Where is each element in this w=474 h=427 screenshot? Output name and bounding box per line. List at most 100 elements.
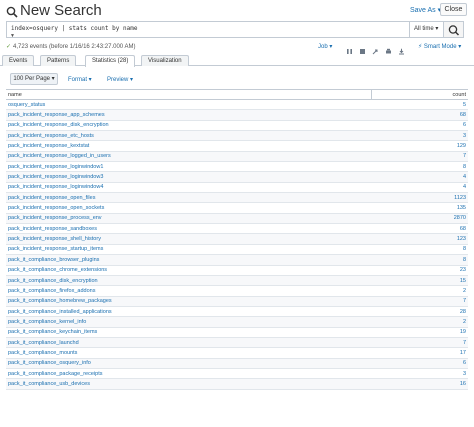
table-row: pack_incident_response_disk_encryption 6 (6, 120, 468, 132)
chevron-down-icon[interactable]: ▼ (10, 33, 15, 39)
stop-icon[interactable] (359, 42, 366, 54)
per-page-button[interactable]: 100 Per Page ▾ (10, 73, 58, 85)
row-count-cell[interactable]: 7 (371, 296, 468, 307)
row-name-cell[interactable]: pack_incident_response_open_sockets (6, 202, 371, 214)
job-status-text: 4,723 events (before 1/16/16 2:43:27.000… (13, 44, 136, 50)
row-count-cell[interactable]: 8 (371, 244, 468, 256)
table-row: pack_incident_response_logged_in_users 7 (6, 151, 468, 163)
job-menu[interactable]: Job ▾ (318, 43, 332, 50)
row-count-cell[interactable]: 8 (371, 254, 468, 266)
row-name-cell[interactable]: pack_incident_response_app_schemes (6, 109, 371, 121)
row-count-cell[interactable]: 2 (371, 285, 468, 297)
row-count-cell[interactable]: 68 (371, 223, 468, 235)
column-header-count[interactable]: count (370, 89, 468, 100)
column-header-name[interactable]: name (6, 89, 371, 100)
row-name-cell[interactable]: pack_it_compliance_package_receipts (6, 368, 371, 380)
row-name-cell[interactable]: pack_incident_response_process_env (6, 213, 371, 225)
search-query-text[interactable]: index=osquery | stats count by name (11, 25, 137, 32)
tab-statistics[interactable]: Statistics (28) (85, 55, 136, 67)
table-row: pack_incident_response_loginwindow4 4 (6, 182, 468, 194)
row-name-cell[interactable]: pack_incident_response_sandboxes (6, 223, 371, 235)
time-range-picker[interactable]: All time ▾ (410, 21, 444, 38)
results-tabs: Events Patterns Statistics (28) Visualiz… (0, 55, 474, 67)
row-count-cell[interactable]: 123 (371, 233, 468, 245)
table-row: pack_it_compliance_chrome_extensions 23 (6, 265, 468, 276)
row-name-cell[interactable]: pack_incident_response_disk_encryption (6, 120, 371, 132)
format-menu[interactable]: Format ▾ (68, 76, 92, 83)
table-row: pack_it_compliance_browser_plugins 8 (6, 254, 468, 266)
table-row: pack_it_compliance_osquery_info 6 (6, 358, 468, 369)
row-count-cell[interactable]: 5 (371, 99, 468, 111)
row-count-cell[interactable]: 3 (371, 368, 468, 380)
row-count-cell[interactable]: 1123 (371, 192, 468, 204)
row-name-cell[interactable]: pack_it_compliance_chrome_extensions (6, 265, 371, 276)
search-input[interactable]: index=osquery | stats count by name ▼ (6, 21, 410, 39)
row-name-cell[interactable]: pack_it_compliance_launchd (6, 337, 371, 349)
row-name-cell[interactable]: pack_incident_response_startup_items (6, 244, 371, 256)
row-name-cell[interactable]: pack_incident_response_open_files (6, 192, 371, 204)
row-name-cell[interactable]: pack_it_compliance_firefox_addons (6, 285, 371, 297)
checkmark-icon: ✓ (6, 44, 12, 50)
table-row: pack_incident_response_process_env 2870 (6, 213, 468, 225)
row-count-cell[interactable]: 6 (371, 120, 468, 132)
table-row: pack_incident_response_startup_items 8 (6, 244, 468, 256)
preview-menu[interactable]: Preview ▾ (107, 76, 133, 83)
table-row: pack_it_compliance_disk_encryption 15 (6, 275, 468, 287)
row-count-cell[interactable]: 16 (371, 378, 468, 390)
close-button[interactable]: Close (440, 3, 467, 16)
row-name-cell[interactable]: pack_it_compliance_browser_plugins (6, 254, 371, 266)
row-count-cell[interactable]: 28 (371, 306, 468, 318)
table-row: pack_incident_response_loginwindow1 8 (6, 161, 468, 173)
row-name-cell[interactable]: pack_it_compliance_homebrew_packages (6, 296, 371, 307)
row-name-cell[interactable]: pack_incident_response_etc_hosts (6, 130, 371, 142)
row-count-cell[interactable]: 8 (371, 161, 468, 173)
row-count-cell[interactable]: 23 (371, 265, 468, 276)
row-count-cell[interactable]: 135 (371, 202, 468, 214)
row-name-cell[interactable]: pack_incident_response_logged_in_users (6, 151, 371, 163)
row-name-cell[interactable]: pack_incident_response_loginwindow4 (6, 182, 371, 194)
pause-icon[interactable] (346, 42, 353, 54)
search-button[interactable] (444, 21, 464, 38)
row-count-cell[interactable]: 17 (371, 347, 468, 359)
row-count-cell[interactable]: 68 (371, 109, 468, 121)
print-icon[interactable] (385, 42, 392, 54)
search-icon (448, 25, 460, 36)
table-row: pack_it_compliance_package_receipts 3 (6, 368, 468, 380)
row-name-cell[interactable]: pack_it_compliance_disk_encryption (6, 275, 371, 287)
tab-visualization[interactable]: Visualization (141, 55, 189, 66)
job-status: ✓ 4,723 events (before 1/16/16 2:43:27.00… (6, 43, 135, 50)
row-count-cell[interactable]: 4 (371, 182, 468, 194)
row-count-cell[interactable]: 19 (371, 327, 468, 338)
table-header-row: name count (6, 89, 468, 100)
row-count-cell[interactable]: 4 (371, 171, 468, 183)
row-name-cell[interactable]: osquery_status (6, 99, 371, 111)
row-count-cell[interactable]: 129 (371, 140, 468, 152)
row-name-cell[interactable]: pack_incident_response_shell_history (6, 233, 371, 245)
row-name-cell[interactable]: pack_it_compliance_mounts (6, 347, 371, 359)
tab-events[interactable]: Events (2, 55, 35, 66)
row-name-cell[interactable]: pack_incident_response_loginwindow3 (6, 171, 371, 183)
row-name-cell[interactable]: pack_incident_response_loginwindow1 (6, 161, 371, 173)
row-name-cell[interactable]: pack_it_compliance_usb_devices (6, 378, 371, 390)
row-name-cell[interactable]: pack_it_compliance_kernel_info (6, 316, 371, 328)
row-count-cell[interactable]: 7 (371, 151, 468, 163)
row-count-cell[interactable]: 7 (371, 337, 468, 349)
row-name-cell[interactable]: pack_it_compliance_installed_application… (6, 306, 371, 318)
share-icon[interactable] (372, 42, 379, 55)
row-count-cell[interactable]: 2870 (371, 213, 468, 225)
search-mode-menu[interactable]: ⚡ Smart Mode ▾ (418, 43, 461, 50)
table-row: pack_it_compliance_mounts 17 (6, 347, 468, 359)
table-row: pack_incident_response_loginwindow3 4 (6, 171, 468, 183)
row-count-cell[interactable]: 2 (371, 316, 468, 328)
save-as-menu[interactable]: Save As ▾ (410, 6, 441, 14)
row-name-cell[interactable]: pack_it_compliance_keychain_items (6, 327, 371, 338)
row-name-cell[interactable]: pack_it_compliance_osquery_info (6, 358, 371, 369)
table-body: osquery_status 5 pack_incident_response_ap… (6, 99, 468, 390)
row-count-cell[interactable]: 15 (371, 275, 468, 287)
tab-patterns[interactable]: Patterns (40, 55, 77, 66)
row-count-cell[interactable]: 6 (371, 358, 468, 369)
table-row: pack_it_compliance_launchd 7 (6, 337, 468, 349)
export-icon[interactable] (398, 42, 405, 55)
row-name-cell[interactable]: pack_incident_response_kextstat (6, 140, 371, 152)
row-count-cell[interactable]: 3 (371, 130, 468, 142)
